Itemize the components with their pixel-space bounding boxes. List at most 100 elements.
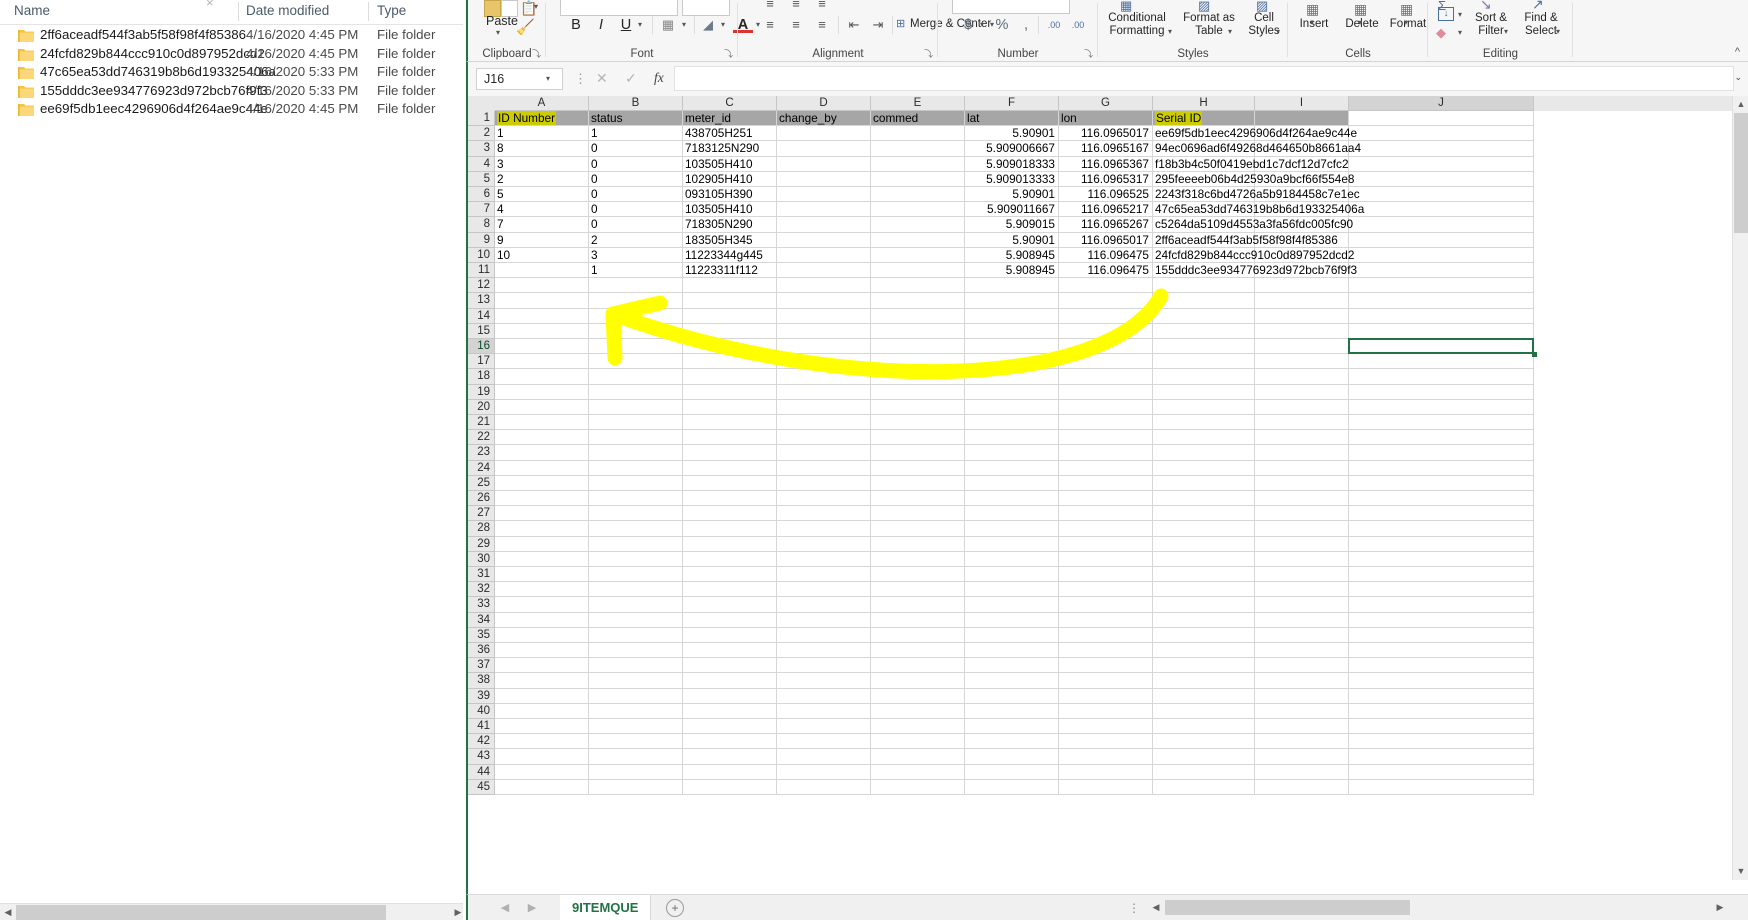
row-header-7[interactable]: 7 (468, 202, 495, 218)
align-right-icon[interactable]: ≡ (812, 15, 832, 35)
cell-C44[interactable] (683, 764, 777, 780)
cell-C24[interactable] (683, 460, 777, 476)
cell-H31[interactable] (1153, 567, 1255, 583)
row-header-16[interactable]: 16 (468, 339, 495, 355)
chevron-down-icon[interactable]: ▾ (1458, 28, 1462, 37)
cell-H27[interactable] (1153, 506, 1255, 522)
cell-H19[interactable] (1153, 384, 1255, 400)
confirm-icon[interactable]: ✓ (625, 70, 637, 87)
cell-B22[interactable] (589, 430, 683, 446)
column-header-I[interactable]: I (1255, 96, 1349, 111)
format-cells-icon[interactable]: ▦ (1400, 1, 1413, 18)
chevron-down-icon[interactable]: ▾ (638, 20, 642, 29)
cell-D15[interactable] (777, 323, 871, 339)
cell-J37[interactable] (1349, 658, 1534, 674)
cell-D31[interactable] (777, 567, 871, 583)
cell-D45[interactable] (777, 779, 871, 795)
cell-F4[interactable]: 5.909018333 (965, 156, 1059, 172)
cell-F28[interactable] (965, 521, 1059, 537)
cell-I38[interactable] (1255, 673, 1349, 689)
cell-A29[interactable] (495, 536, 589, 552)
expand-formula-bar-icon[interactable]: ⌄ (1734, 72, 1742, 83)
cell-J30[interactable] (1349, 551, 1534, 567)
cell-A20[interactable] (495, 399, 589, 415)
cell-E27[interactable] (871, 506, 965, 522)
hscroll-left-icon[interactable]: ◀ (1148, 900, 1164, 915)
cell-I13[interactable] (1255, 293, 1349, 309)
fill-handle[interactable] (1532, 352, 1537, 358)
cell-B43[interactable] (589, 749, 683, 765)
cell-C2[interactable]: 438705H251 (683, 126, 777, 142)
row-header-9[interactable]: 9 (468, 232, 495, 248)
sort-filter-button[interactable]: Sort & (1468, 12, 1514, 25)
cell-A31[interactable] (495, 567, 589, 583)
cell-G3[interactable]: 116.0965167 (1059, 141, 1153, 157)
cell-I33[interactable] (1255, 597, 1349, 613)
chevron-down-icon[interactable]: ▾ (1404, 18, 1408, 27)
cell-A12[interactable] (495, 278, 589, 294)
cell-J12[interactable] (1349, 278, 1534, 294)
format-painter-icon[interactable]: 🧹 (516, 18, 535, 36)
cell-I34[interactable] (1255, 612, 1349, 628)
cell-H5[interactable]: 295feeeeb06b4d25930a9bcf66f554e8 (1153, 172, 1383, 187)
cell-B21[interactable] (589, 415, 683, 431)
cell-B4[interactable]: 0 (589, 156, 683, 172)
cell-I40[interactable] (1255, 703, 1349, 719)
row-header-13[interactable]: 13 (468, 293, 495, 309)
cell-H17[interactable] (1153, 354, 1255, 370)
cell-A37[interactable] (495, 658, 589, 674)
next-sheet-icon[interactable]: ▶ (521, 900, 543, 916)
cell-A6[interactable]: 5 (495, 187, 589, 203)
cell-G35[interactable] (1059, 627, 1153, 643)
column-header-type[interactable]: Type (377, 3, 406, 18)
cell-A42[interactable] (495, 734, 589, 750)
cell-C29[interactable] (683, 536, 777, 552)
cell-I29[interactable] (1255, 536, 1349, 552)
cell-B14[interactable] (589, 308, 683, 324)
cell-I17[interactable] (1255, 354, 1349, 370)
cell-G29[interactable] (1059, 536, 1153, 552)
increase-indent-icon[interactable]: ⇥ (868, 15, 888, 35)
column-divider[interactable] (368, 2, 369, 21)
cell-H10[interactable]: 24fcfd829b844ccc910c0d897952dcd2 (1153, 248, 1383, 263)
row-header-32[interactable]: 32 (468, 582, 495, 598)
cell-B9[interactable]: 2 (589, 232, 683, 248)
cell-E3[interactable] (871, 141, 965, 157)
cell-F38[interactable] (965, 673, 1059, 689)
row-header-27[interactable]: 27 (468, 506, 495, 522)
column-header-G[interactable]: G (1059, 96, 1153, 111)
cell-J39[interactable] (1349, 688, 1534, 704)
cell-E7[interactable] (871, 202, 965, 218)
cell-F34[interactable] (965, 612, 1059, 628)
cell-G31[interactable] (1059, 567, 1153, 583)
row-header-2[interactable]: 2 (468, 126, 495, 142)
row-header-18[interactable]: 18 (468, 369, 495, 385)
cell-H12[interactable] (1153, 278, 1255, 294)
cell-J19[interactable] (1349, 384, 1534, 400)
cell-E37[interactable] (871, 658, 965, 674)
decrease-indent-icon[interactable]: ⇤ (844, 15, 864, 35)
row-header-19[interactable]: 19 (468, 384, 495, 400)
cell-H32[interactable] (1153, 582, 1255, 598)
cell-C35[interactable] (683, 627, 777, 643)
cell-A21[interactable] (495, 415, 589, 431)
row-header-31[interactable]: 31 (468, 567, 495, 583)
cell-E8[interactable] (871, 217, 965, 233)
cell-J40[interactable] (1349, 703, 1534, 719)
cell-A24[interactable] (495, 460, 589, 476)
cell-A25[interactable] (495, 475, 589, 491)
cell-A41[interactable] (495, 719, 589, 735)
hscroll-thumb[interactable] (1165, 900, 1410, 915)
cell-G6[interactable]: 116.096525 (1059, 187, 1153, 203)
scroll-up-icon[interactable]: ▲ (1733, 96, 1748, 113)
cell-E39[interactable] (871, 688, 965, 704)
row-header-24[interactable]: 24 (468, 460, 495, 476)
row-header-42[interactable]: 42 (468, 734, 495, 750)
cell-H9[interactable]: 2ff6aceadf544f3ab5f58f98f4f85386 (1153, 233, 1383, 248)
cell-C12[interactable] (683, 278, 777, 294)
conditional-formatting-button[interactable]: Conditional (1098, 12, 1176, 25)
cell-H20[interactable] (1153, 399, 1255, 415)
cell-F22[interactable] (965, 430, 1059, 446)
underline-button[interactable]: U (616, 15, 636, 35)
cell-E30[interactable] (871, 551, 965, 567)
